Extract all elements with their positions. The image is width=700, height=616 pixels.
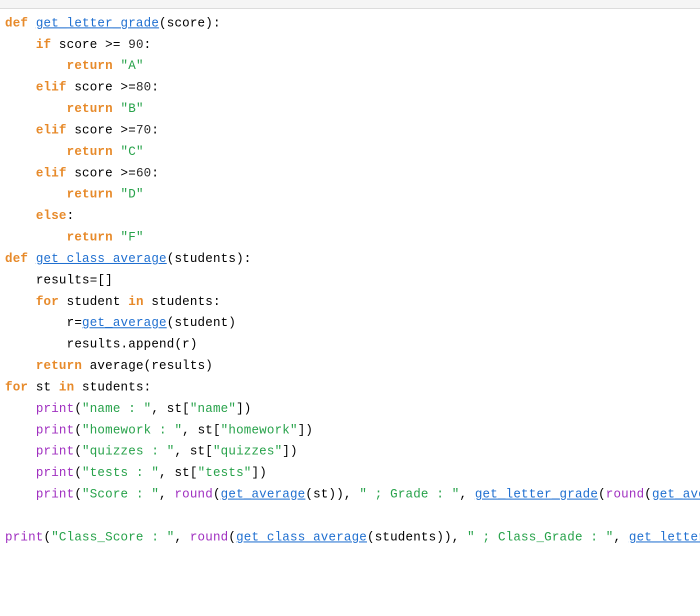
- code-line: print("tests : ", st["tests"]): [5, 466, 267, 480]
- code-editor: def get_letter_grade(score): if score >=…: [0, 9, 700, 549]
- code-line: results=[]: [5, 273, 113, 287]
- code-line: return "D": [5, 188, 144, 202]
- code-line: for student in students:: [5, 295, 221, 309]
- code-line: return "C": [5, 145, 144, 159]
- code-line: elif score >=70:: [5, 123, 159, 137]
- code-line: return "F": [5, 230, 144, 244]
- code-line: return average(results): [5, 359, 213, 373]
- code-line: for st in students:: [5, 380, 151, 394]
- code-line: elif score >=60:: [5, 166, 159, 180]
- code-line: print("Class_Score : ", round(get_class_…: [5, 530, 700, 544]
- code-line: else:: [5, 209, 74, 223]
- function-name: get_letter_grade: [36, 16, 159, 30]
- code-line: results.append(r): [5, 337, 198, 351]
- code-line: elif score >=80:: [5, 80, 159, 94]
- code-line: print("Score : ", round(get_average(st))…: [5, 487, 700, 501]
- code-line: r=get_average(student): [5, 316, 236, 330]
- code-line: print("name : ", st["name"]): [5, 402, 251, 416]
- keyword-def: def: [5, 16, 28, 30]
- code-line: def get_class_average(students):: [5, 252, 251, 266]
- code-line: print("homework : ", st["homework"]): [5, 423, 313, 437]
- code-line: return "B": [5, 102, 144, 116]
- window-title-bar: [0, 0, 700, 9]
- code-line: def get_letter_grade(score):: [5, 16, 221, 30]
- code-line: return "A": [5, 59, 144, 73]
- function-name: get_class_average: [36, 252, 167, 266]
- code-line: print("quizzes : ", st["quizzes"]): [5, 445, 298, 459]
- code-line: if score >= 90:: [5, 38, 151, 52]
